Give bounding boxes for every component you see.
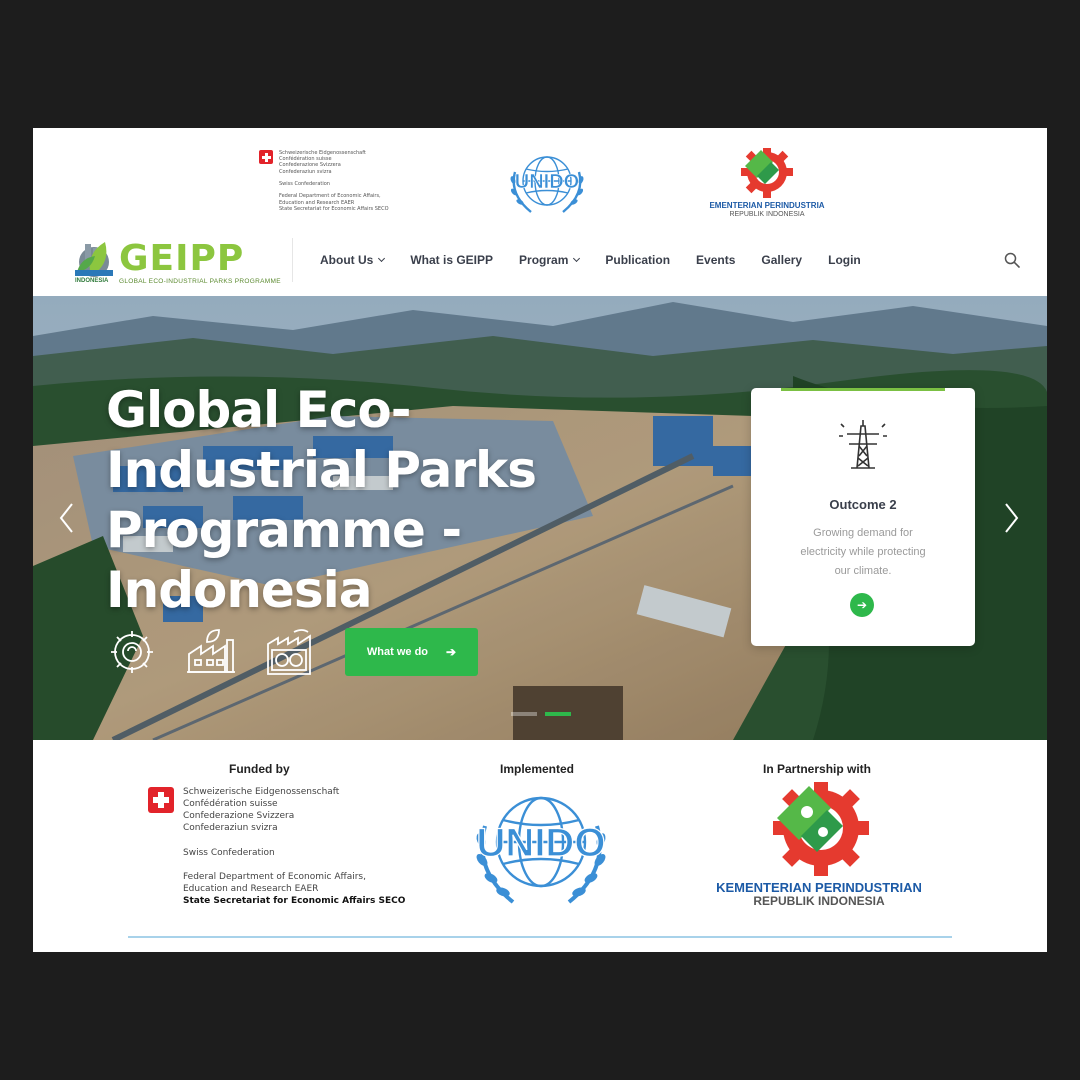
chevron-down-icon (573, 254, 581, 263)
slider-next-arrow-icon[interactable] (1001, 498, 1021, 538)
outcome-title: Outcome 2 (829, 497, 897, 512)
nav-item-about-us[interactable]: About Us (320, 253, 386, 267)
nav-item-program[interactable]: Program (519, 253, 581, 267)
nav-item-label: Gallery (761, 253, 803, 267)
industrial-globe-icon (267, 629, 311, 675)
nav-item-label: What is GEIPP (410, 253, 494, 267)
nav-item-label: Program (519, 253, 569, 267)
section-divider (128, 936, 952, 938)
nav-item-label: Events (696, 253, 736, 267)
svg-text:KEMENTERIAN PERINDUSTRIAN: KEMENTERIAN PERINDUSTRIAN (709, 201, 825, 210)
nav-item-login[interactable]: Login (828, 253, 861, 267)
gear-recycle-icon (111, 631, 153, 673)
svg-text:REPUBLIK INDONESIA: REPUBLIK INDONESIA (729, 211, 804, 218)
geipp-emblem-icon (75, 242, 113, 277)
geipp-logo-country: INDONESIA (75, 278, 109, 284)
swiss-cross-icon (259, 150, 273, 164)
svg-text:KEMENTERIAN PERINDUSTRIAN: KEMENTERIAN PERINDUSTRIAN (717, 880, 921, 895)
nav-item-label: Login (828, 253, 861, 267)
swiss-line: Confederaziun svizra (183, 823, 278, 833)
main-navigation: GEIPP INDONESIA GLOBAL ECO-INDUSTRIAL PA… (33, 224, 1047, 296)
cta-label: What we do (366, 646, 429, 658)
unido-logo-small: UNIDO (510, 156, 584, 213)
slider-dot-2[interactable] (545, 712, 571, 716)
outcome-arrow-button[interactable]: ➔ (850, 593, 874, 617)
slider-dot-1[interactable] (511, 712, 537, 716)
swiss-line: Education and Research EAER (183, 884, 319, 894)
hero-slider: Global Eco-Industrial Parks Programme - … (33, 296, 1047, 740)
hero-title: Global Eco-Industrial Parks Programme - … (106, 381, 537, 619)
svg-text:REPUBLIK INDONESIA: REPUBLIK INDONESIA (753, 894, 885, 908)
webpage: Schweizerische Eidgenossenschaft Confédé… (33, 128, 1047, 952)
outcome-card-accent-bar (781, 388, 945, 391)
nav-item-publication[interactable]: Publication (605, 253, 670, 267)
swiss-line: Confederazione Svizzera (183, 811, 295, 821)
arrow-right-icon: ➔ (446, 645, 457, 659)
what-we-do-button[interactable]: What we do ➔ (345, 628, 478, 676)
swiss-confederation-logo[interactable]: Schweizerische Eidgenossenschaft Confédé… (148, 787, 405, 917)
svg-text:UNIDO: UNIDO (477, 821, 606, 865)
unido-logo[interactable]: UNIDO (467, 786, 615, 910)
slider-prev-arrow-icon[interactable] (57, 498, 77, 538)
nav-item-label: Publication (605, 253, 671, 267)
geipp-logo-word: GEIPP (119, 238, 245, 279)
nav-item-label: About Us (320, 253, 374, 267)
swiss-line: Swiss Confederation (183, 848, 275, 858)
outcome-card: Outcome 2 Growing demand for electricity… (751, 388, 975, 646)
kemenperin-logo-small: KEMENTERIAN PERINDUSTRIAN REPUBLIK INDON… (709, 148, 825, 218)
nav-item-events[interactable]: Events (696, 253, 735, 267)
partnership-heading: In Partnership with (763, 762, 872, 776)
swiss-line: Confédération suisse (183, 799, 278, 809)
swiss-line-bold: State Secretariat for Economic Affairs S… (183, 896, 406, 906)
chevron-down-icon (378, 254, 386, 263)
outcome-description: Growing demand for electricity while pro… (800, 527, 926, 577)
swiss-line: Federal Department of Economic Affairs, (183, 872, 366, 882)
partners-section: Funded by Implemented In Partnership wit… (33, 740, 1047, 952)
slider-pagination (511, 712, 579, 716)
nav-menu: About Us What is GEIPP Program Publicati… (320, 224, 887, 296)
kemenperin-logo[interactable]: KEMENTERIAN PERINDUSTRIAN REPUBLIK INDON… (717, 782, 921, 922)
search-icon[interactable] (1003, 251, 1021, 269)
top-logo-strip: Schweizerische Eidgenossenschaft Confédé… (33, 128, 1047, 224)
eco-factory-icon (187, 629, 235, 673)
swiss-line: Schweizerische Eidgenossenschaft (183, 787, 340, 797)
nav-item-what-is-geipp[interactable]: What is GEIPP (410, 253, 493, 267)
swiss-logo-text-small: Schweizerische Eidgenossenschaft Confédé… (279, 150, 389, 212)
swiss-cross-icon (148, 787, 174, 813)
nav-divider (292, 238, 293, 282)
funded-by-heading: Funded by (229, 762, 290, 776)
nav-item-gallery[interactable]: Gallery (761, 253, 802, 267)
svg-text:UNIDO: UNIDO (515, 171, 579, 193)
power-tower-icon (839, 420, 887, 469)
geipp-logo[interactable]: GEIPP INDONESIA GLOBAL ECO-INDUSTRIAL PA… (71, 232, 281, 286)
implemented-heading: Implemented (500, 762, 575, 776)
geipp-logo-subtitle: GLOBAL ECO-INDUSTRIAL PARKS PROGRAMME (119, 278, 281, 285)
